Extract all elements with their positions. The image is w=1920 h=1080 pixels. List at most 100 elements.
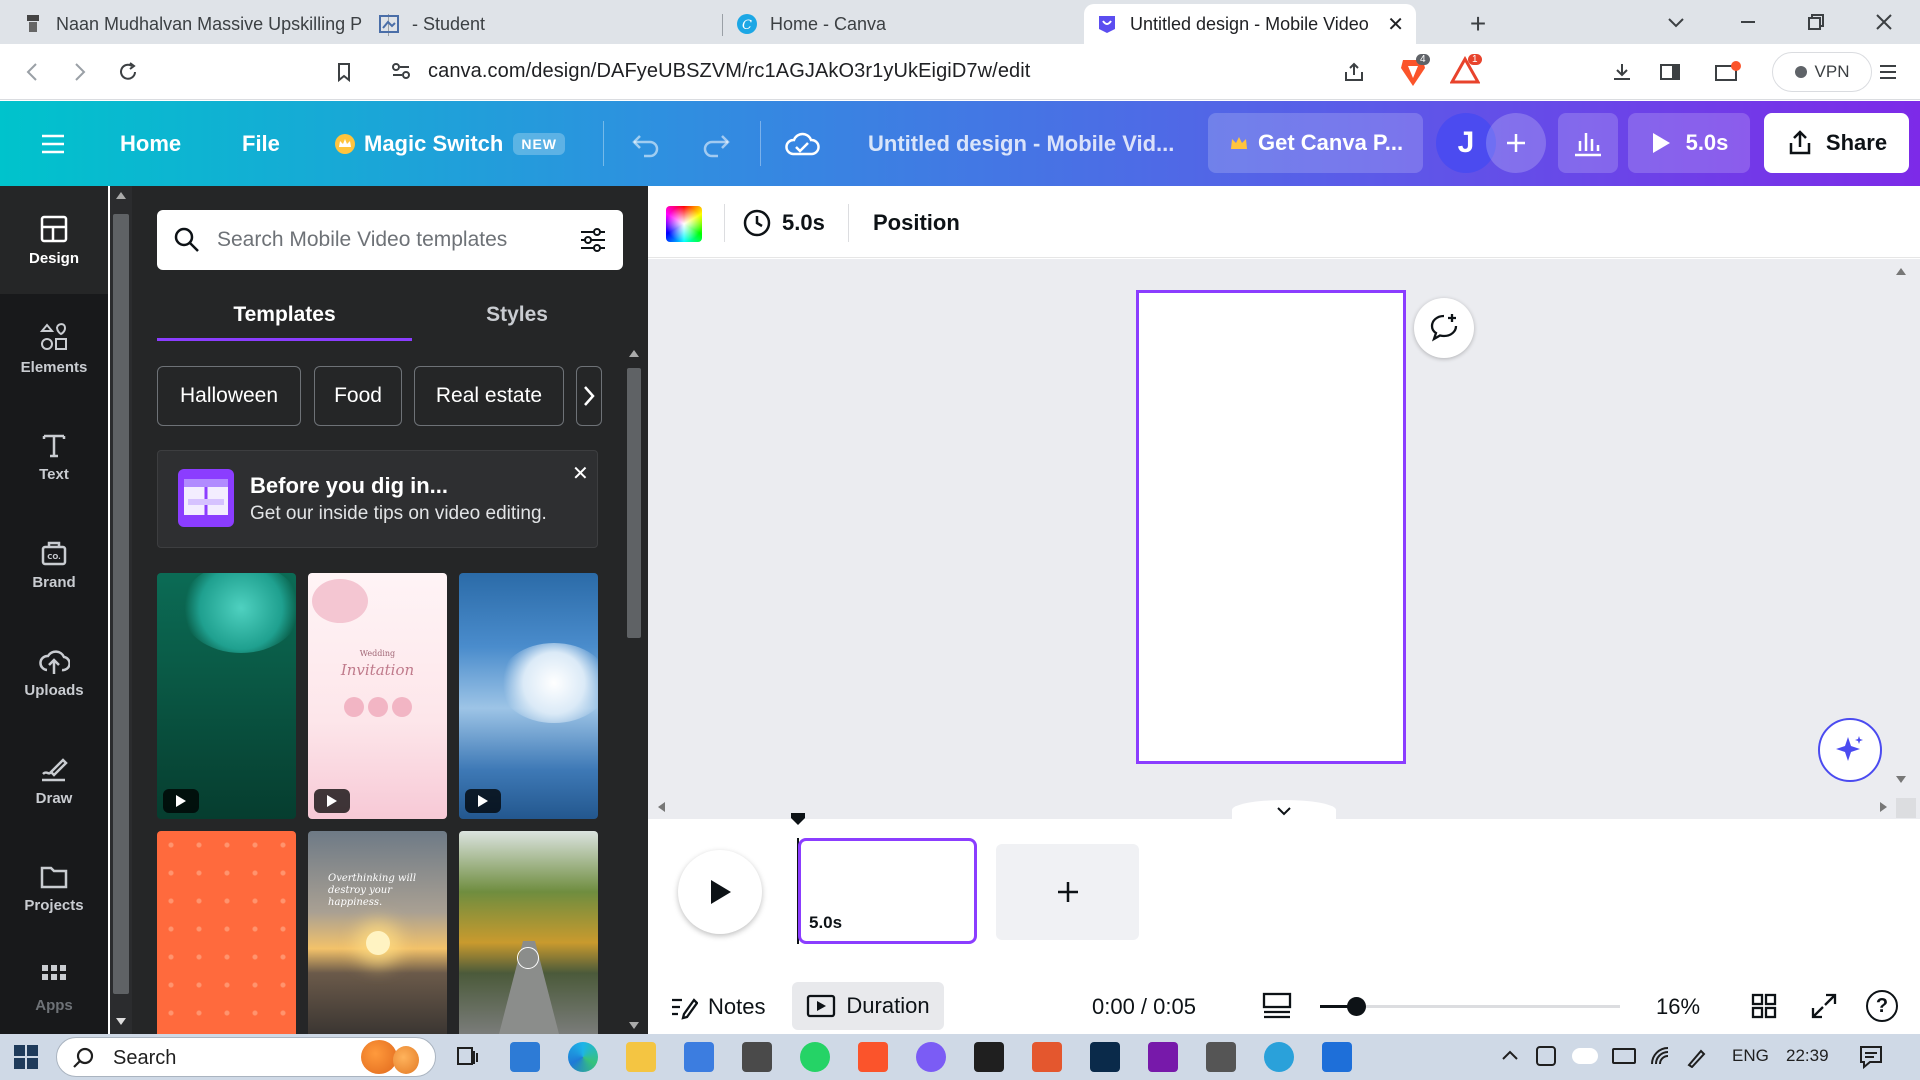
help-question-icon[interactable]: ? xyxy=(1866,990,1898,1022)
duration-view-button[interactable]: Duration xyxy=(792,982,944,1030)
tab-templates[interactable]: Templates xyxy=(157,290,412,340)
template-thumbnail[interactable] xyxy=(459,831,598,1034)
undo-icon[interactable] xyxy=(630,101,662,186)
position-button[interactable]: Position xyxy=(873,204,960,242)
wifi-icon[interactable] xyxy=(1650,1046,1672,1066)
tab-home-canva[interactable]: C Home - Canva xyxy=(724,4,1079,44)
template-thumbnail[interactable]: Overthinking will destroy your happiness… xyxy=(308,831,447,1034)
onenote-icon[interactable] xyxy=(1148,1042,1178,1072)
wallet-icon[interactable] xyxy=(1712,56,1744,88)
invite-plus-icon[interactable] xyxy=(1486,113,1546,173)
share-button[interactable]: Share xyxy=(1764,113,1909,173)
microsoft-store-icon[interactable] xyxy=(684,1042,714,1072)
rail-scrollbar[interactable] xyxy=(110,186,132,1034)
sidebar-toggle-icon[interactable] xyxy=(1654,56,1686,88)
scroll-down-arrow-icon[interactable] xyxy=(629,1022,639,1029)
add-page-button[interactable] xyxy=(996,844,1139,940)
scroll-up-arrow-icon[interactable] xyxy=(116,192,126,199)
pycharm-icon[interactable] xyxy=(974,1042,1004,1072)
zoom-slider-handle[interactable] xyxy=(1347,997,1366,1016)
brave-rewards-icon[interactable]: 1 xyxy=(1450,54,1482,86)
fullscreen-icon[interactable] xyxy=(1810,992,1838,1020)
edge-browser-icon[interactable] xyxy=(568,1042,598,1072)
notifications-icon[interactable] xyxy=(1858,1044,1884,1070)
share-page-icon[interactable] xyxy=(1342,60,1366,84)
windows-start-icon[interactable] xyxy=(14,1045,38,1069)
insights-chart-icon[interactable] xyxy=(1558,113,1618,173)
scroll-up-arrow-icon[interactable] xyxy=(629,350,639,357)
background-color-swatch[interactable] xyxy=(666,206,702,242)
rail-item-projects[interactable]: Projects xyxy=(0,834,108,942)
workspace-scroll-up-icon[interactable] xyxy=(1896,268,1906,275)
download-icon[interactable] xyxy=(1606,56,1638,88)
chips-next-chevron-icon[interactable] xyxy=(576,366,602,426)
reload-icon[interactable] xyxy=(112,56,144,88)
present-play-button[interactable]: 5.0s xyxy=(1628,113,1750,173)
cloud-saved-icon[interactable] xyxy=(784,101,820,186)
restore-window-icon[interactable] xyxy=(1804,10,1828,34)
panel-scroll-thumb[interactable] xyxy=(627,368,641,638)
chip-real-estate[interactable]: Real estate xyxy=(414,366,564,426)
language-indicator[interactable]: ENG xyxy=(1732,1046,1769,1066)
whiteboard-icon[interactable] xyxy=(1322,1042,1352,1072)
rail-item-draw[interactable]: Draw xyxy=(0,726,108,834)
tab-close-icon[interactable]: ✕ xyxy=(1387,12,1404,37)
design-page-canvas[interactable] xyxy=(1136,290,1406,764)
filter-sliders-icon[interactable] xyxy=(579,226,607,254)
brave-shields-icon[interactable]: 4 xyxy=(1398,54,1430,88)
rail-item-apps[interactable]: Apps xyxy=(0,942,108,1034)
whatsapp-icon[interactable] xyxy=(800,1042,830,1072)
zoom-slider-track[interactable] xyxy=(1320,997,1620,1016)
forward-arrow-icon[interactable] xyxy=(64,56,96,88)
timeline-toggle-tab[interactable] xyxy=(1232,800,1336,820)
rail-item-uploads[interactable]: Uploads xyxy=(0,618,108,726)
playhead-marker-icon[interactable] xyxy=(790,812,806,826)
tab-search-chevron-icon[interactable] xyxy=(1664,10,1688,34)
bookmark-icon[interactable] xyxy=(328,56,360,88)
rail-item-elements[interactable]: Elements xyxy=(0,294,108,402)
timeline-clip[interactable]: 5.0s xyxy=(798,838,977,944)
template-thumbnail[interactable] xyxy=(157,573,296,819)
taskbar-app-icon[interactable] xyxy=(510,1042,540,1072)
chip-halloween[interactable]: Halloween xyxy=(157,366,301,426)
template-thumbnail[interactable] xyxy=(459,573,598,819)
photoshop-icon[interactable] xyxy=(1090,1042,1120,1072)
battery-icon[interactable] xyxy=(1612,1048,1636,1064)
close-tip-icon[interactable]: ✕ xyxy=(572,461,589,486)
chip-food[interactable]: Food xyxy=(314,366,402,426)
new-tab-plus-icon[interactable]: + xyxy=(1462,8,1494,40)
media-player-icon[interactable] xyxy=(1032,1042,1062,1072)
workspace-scroll-right-icon[interactable] xyxy=(1880,802,1887,812)
tab-untitled-design[interactable]: Untitled design - Mobile Video ✕ xyxy=(1084,4,1416,44)
file-menu-button[interactable]: File xyxy=(242,101,280,186)
rail-item-design[interactable]: Design xyxy=(0,186,108,294)
rail-scroll-thumb[interactable] xyxy=(113,214,129,994)
back-arrow-icon[interactable] xyxy=(16,56,48,88)
vpn-button[interactable]: VPN xyxy=(1772,52,1872,92)
mail-icon[interactable] xyxy=(742,1042,772,1072)
home-button[interactable]: Home xyxy=(120,101,181,186)
add-comment-button[interactable] xyxy=(1414,298,1474,358)
magic-assistant-button[interactable] xyxy=(1818,718,1882,782)
grid-view-icon[interactable] xyxy=(1750,992,1778,1020)
timeline-play-button[interactable] xyxy=(678,850,762,934)
get-canva-pro-button[interactable]: Get Canva P... xyxy=(1208,113,1423,173)
close-window-icon[interactable] xyxy=(1872,10,1896,34)
redo-icon[interactable] xyxy=(700,101,732,186)
taskbar-app-icon[interactable] xyxy=(1206,1042,1236,1072)
template-thumbnail[interactable]: Wedding Invitation xyxy=(308,573,447,819)
workspace-scroll-down-icon[interactable] xyxy=(1896,776,1906,783)
tray-chevron-up-icon[interactable] xyxy=(1500,1046,1520,1066)
onedrive-cloud-icon[interactable] xyxy=(1572,1048,1598,1064)
page-layout-icon[interactable] xyxy=(1262,991,1292,1021)
panel-scrollbar[interactable] xyxy=(622,344,646,1034)
main-menu-icon[interactable] xyxy=(40,101,66,186)
taskbar-search-box[interactable]: Search xyxy=(56,1037,436,1077)
file-explorer-icon[interactable] xyxy=(626,1042,656,1072)
notes-button[interactable]: Notes xyxy=(670,990,765,1024)
task-view-icon[interactable] xyxy=(452,1042,482,1072)
clock-time[interactable]: 22:39 xyxy=(1786,1046,1829,1066)
duration-control[interactable]: 5.0s xyxy=(742,204,825,242)
rail-item-text[interactable]: Text xyxy=(0,402,108,510)
site-settings-icon[interactable] xyxy=(390,60,412,82)
